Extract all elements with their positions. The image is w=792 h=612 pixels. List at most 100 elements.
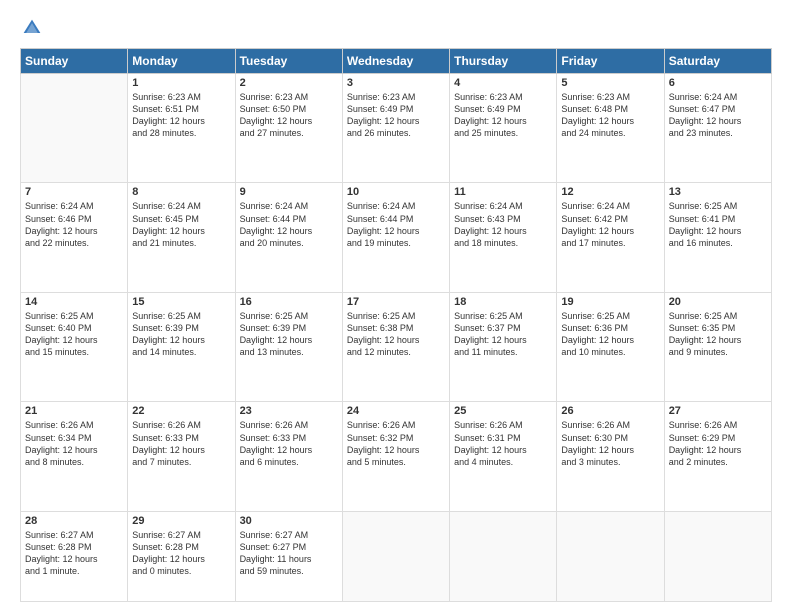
calendar-cell: 2 Sunrise: 6:23 AM Sunset: 6:50 PM Daylig… [235,74,342,183]
day-content: Sunrise: 6:26 AM Sunset: 6:34 PM Dayligh… [25,419,123,468]
day-content: Sunrise: 6:23 AM Sunset: 6:49 PM Dayligh… [454,91,552,140]
calendar-cell: 14 Sunrise: 6:25 AM Sunset: 6:40 PM Dayli… [21,292,128,401]
day-number: 14 [25,296,123,308]
day-content: Sunrise: 6:26 AM Sunset: 6:29 PM Dayligh… [669,419,767,468]
day-content: Sunrise: 6:24 AM Sunset: 6:47 PM Dayligh… [669,91,767,140]
calendar-cell: 6 Sunrise: 6:24 AM Sunset: 6:47 PM Daylig… [664,74,771,183]
day-number: 25 [454,405,552,417]
day-number: 29 [132,515,230,527]
day-content: Sunrise: 6:23 AM Sunset: 6:48 PM Dayligh… [561,91,659,140]
day-content: Sunrise: 6:25 AM Sunset: 6:40 PM Dayligh… [25,310,123,359]
day-number: 28 [25,515,123,527]
calendar-cell: 28 Sunrise: 6:27 AM Sunset: 6:28 PM Dayli… [21,511,128,601]
calendar-cell: 25 Sunrise: 6:26 AM Sunset: 6:31 PM Dayli… [450,402,557,511]
day-number: 19 [561,296,659,308]
day-number: 26 [561,405,659,417]
calendar-cell: 5 Sunrise: 6:23 AM Sunset: 6:48 PM Daylig… [557,74,664,183]
calendar-cell: 3 Sunrise: 6:23 AM Sunset: 6:49 PM Daylig… [342,74,449,183]
weekday-header-friday: Friday [557,49,664,74]
day-content: Sunrise: 6:26 AM Sunset: 6:33 PM Dayligh… [132,419,230,468]
day-number: 20 [669,296,767,308]
calendar-cell: 27 Sunrise: 6:26 AM Sunset: 6:29 PM Dayli… [664,402,771,511]
page-header [20,18,772,38]
calendar-cell: 22 Sunrise: 6:26 AM Sunset: 6:33 PM Dayli… [128,402,235,511]
weekday-header-sunday: Sunday [21,49,128,74]
calendar-cell: 17Sunrise: 6:25 AM Sunset: 6:38 PM Dayli… [342,292,449,401]
weekday-header-wednesday: Wednesday [342,49,449,74]
day-number: 12 [561,186,659,198]
calendar-cell: 21Sunrise: 6:26 AM Sunset: 6:34 PM Dayli… [21,402,128,511]
day-content: Sunrise: 6:25 AM Sunset: 6:41 PM Dayligh… [669,200,767,249]
day-number: 8 [132,186,230,198]
weekday-header-saturday: Saturday [664,49,771,74]
logo-icon [22,18,42,38]
day-number: 24 [347,405,445,417]
logo [20,18,42,38]
calendar-cell: 30Sunrise: 6:27 AM Sunset: 6:27 PM Dayli… [235,511,342,601]
day-content: Sunrise: 6:25 AM Sunset: 6:37 PM Dayligh… [454,310,552,359]
day-number: 1 [132,77,230,89]
calendar-cell: 7 Sunrise: 6:24 AM Sunset: 6:46 PM Daylig… [21,183,128,292]
day-content: Sunrise: 6:25 AM Sunset: 6:39 PM Dayligh… [240,310,338,359]
day-content: Sunrise: 6:23 AM Sunset: 6:50 PM Dayligh… [240,91,338,140]
day-content: Sunrise: 6:25 AM Sunset: 6:35 PM Dayligh… [669,310,767,359]
calendar-cell: 9 Sunrise: 6:24 AM Sunset: 6:44 PM Daylig… [235,183,342,292]
day-number: 7 [25,186,123,198]
day-content: Sunrise: 6:25 AM Sunset: 6:36 PM Dayligh… [561,310,659,359]
day-number: 23 [240,405,338,417]
calendar-cell: 29 Sunrise: 6:27 AM Sunset: 6:28 PM Dayli… [128,511,235,601]
day-content: Sunrise: 6:27 AM Sunset: 6:27 PM Dayligh… [240,529,338,578]
day-content: Sunrise: 6:24 AM Sunset: 6:44 PM Dayligh… [240,200,338,249]
day-content: Sunrise: 6:24 AM Sunset: 6:46 PM Dayligh… [25,200,123,249]
day-number: 3 [347,77,445,89]
calendar-cell [450,511,557,601]
day-content: Sunrise: 6:24 AM Sunset: 6:43 PM Dayligh… [454,200,552,249]
weekday-header-tuesday: Tuesday [235,49,342,74]
calendar-cell: 13 Sunrise: 6:25 AM Sunset: 6:41 PM Dayli… [664,183,771,292]
calendar-table: SundayMondayTuesdayWednesdayThursdayFrid… [20,48,772,602]
day-content: Sunrise: 6:26 AM Sunset: 6:33 PM Dayligh… [240,419,338,468]
day-number: 6 [669,77,767,89]
calendar-cell: 4 Sunrise: 6:23 AM Sunset: 6:49 PM Daylig… [450,74,557,183]
day-number: 27 [669,405,767,417]
day-number: 4 [454,77,552,89]
weekday-header-thursday: Thursday [450,49,557,74]
day-content: Sunrise: 6:23 AM Sunset: 6:49 PM Dayligh… [347,91,445,140]
calendar-cell [21,74,128,183]
day-number: 18 [454,296,552,308]
day-content: Sunrise: 6:27 AM Sunset: 6:28 PM Dayligh… [25,529,123,578]
calendar-cell: 26 Sunrise: 6:26 AM Sunset: 6:30 PM Dayli… [557,402,664,511]
day-number: 5 [561,77,659,89]
calendar-cell [342,511,449,601]
calendar-cell: 18 Sunrise: 6:25 AM Sunset: 6:37 PM Dayli… [450,292,557,401]
day-number: 11 [454,186,552,198]
calendar-cell: 23 Sunrise: 6:26 AM Sunset: 6:33 PM Dayli… [235,402,342,511]
day-number: 10 [347,186,445,198]
day-content: Sunrise: 6:24 AM Sunset: 6:44 PM Dayligh… [347,200,445,249]
day-content: Sunrise: 6:26 AM Sunset: 6:32 PM Dayligh… [347,419,445,468]
day-number: 22 [132,405,230,417]
day-content: Sunrise: 6:26 AM Sunset: 6:30 PM Dayligh… [561,419,659,468]
calendar-cell: 10 Sunrise: 6:24 AM Sunset: 6:44 PM Dayli… [342,183,449,292]
day-number: 15 [132,296,230,308]
calendar-cell: 16Sunrise: 6:25 AM Sunset: 6:39 PM Dayli… [235,292,342,401]
day-content: Sunrise: 6:25 AM Sunset: 6:39 PM Dayligh… [132,310,230,359]
day-number: 2 [240,77,338,89]
calendar-cell: 15 Sunrise: 6:25 AM Sunset: 6:39 PM Dayli… [128,292,235,401]
calendar-cell: 11 Sunrise: 6:24 AM Sunset: 6:43 PM Dayli… [450,183,557,292]
day-number: 9 [240,186,338,198]
calendar-cell: 1 Sunrise: 6:23 AM Sunset: 6:51 PM Daylig… [128,74,235,183]
calendar-cell: 19 Sunrise: 6:25 AM Sunset: 6:36 PM Dayli… [557,292,664,401]
weekday-header-monday: Monday [128,49,235,74]
calendar-cell [557,511,664,601]
day-content: Sunrise: 6:24 AM Sunset: 6:42 PM Dayligh… [561,200,659,249]
day-content: Sunrise: 6:25 AM Sunset: 6:38 PM Dayligh… [347,310,445,359]
calendar-cell [664,511,771,601]
day-content: Sunrise: 6:23 AM Sunset: 6:51 PM Dayligh… [132,91,230,140]
calendar-cell: 12 Sunrise: 6:24 AM Sunset: 6:42 PM Dayli… [557,183,664,292]
day-content: Sunrise: 6:27 AM Sunset: 6:28 PM Dayligh… [132,529,230,578]
day-number: 13 [669,186,767,198]
day-content: Sunrise: 6:26 AM Sunset: 6:31 PM Dayligh… [454,419,552,468]
calendar-cell: 24 Sunrise: 6:26 AM Sunset: 6:32 PM Dayli… [342,402,449,511]
calendar-cell: 20 Sunrise: 6:25 AM Sunset: 6:35 PM Dayli… [664,292,771,401]
